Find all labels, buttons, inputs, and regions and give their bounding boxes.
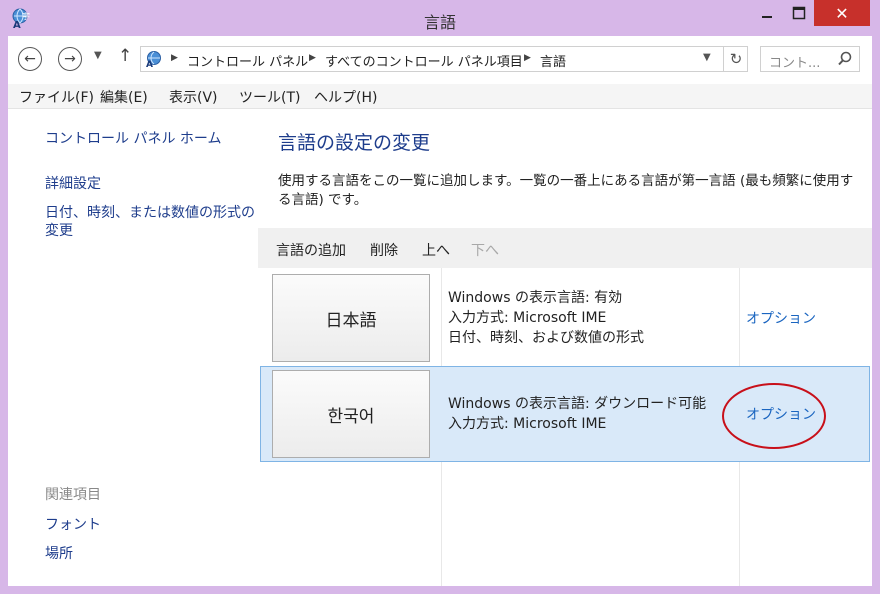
language-toolbar: 言語の追加 削除 上へ 下へ bbox=[258, 228, 872, 268]
sidebar-link-datetime-format[interactable]: 日付、時刻、または数値の形式の bbox=[45, 202, 255, 222]
breadcrumb-control-panel[interactable]: コントロール パネル bbox=[187, 51, 308, 70]
main-content: 言語の設定の変更 使用する言語をこの一覧に追加します。一覧の一番上にある言語が第… bbox=[258, 108, 872, 586]
move-up-button[interactable]: 上へ bbox=[422, 240, 450, 260]
window-client: ← → ▼ ↑ A ▶ コントロール パネル ▶ すべてのコントロール パネル項… bbox=[8, 36, 872, 586]
back-button[interactable]: ← bbox=[18, 47, 42, 71]
recent-pages-dropdown[interactable]: ▼ bbox=[94, 50, 102, 61]
language-details: Windows の表示言語: 有効 入力方式: Microsoft IME 日付… bbox=[448, 288, 644, 348]
language-tile[interactable]: 日本語 bbox=[272, 274, 430, 362]
address-history-chevron-icon[interactable]: ▼ bbox=[703, 52, 711, 63]
language-list: 日本語 Windows の表示言語: 有効 入力方式: Microsoft IM… bbox=[258, 268, 872, 586]
close-icon: ✕ bbox=[835, 3, 849, 23]
highlight-annotation-circle bbox=[722, 383, 826, 449]
arrow-right-icon: → bbox=[64, 51, 76, 67]
sidebar-link-advanced-settings[interactable]: 詳細設定 bbox=[45, 173, 101, 193]
sidebar: コントロール パネル ホーム 詳細設定 日付、時刻、または数値の形式の 変更 関… bbox=[8, 108, 258, 586]
breadcrumb-separator-icon[interactable]: ▶ bbox=[524, 53, 531, 63]
refresh-button[interactable]: ↻ bbox=[723, 47, 748, 71]
options-link[interactable]: オプション bbox=[746, 308, 816, 328]
chevron-down-icon: ▼ bbox=[94, 50, 102, 61]
breadcrumb-all-items[interactable]: すべてのコントロール パネル項目 bbox=[325, 51, 523, 70]
page-description: 使用する言語をこの一覧に追加します。一覧の一番上にある言語が第一言語 (最も頻繁… bbox=[278, 173, 854, 208]
display-language-status: Windows の表示言語: 有効 bbox=[448, 290, 623, 306]
search-placeholder: コント... bbox=[769, 56, 821, 71]
control-panel-icon: A bbox=[146, 51, 161, 68]
related-heading: 関連項目 bbox=[45, 487, 101, 503]
menu-tools[interactable]: ツール(T) bbox=[239, 87, 300, 107]
sidebar-link-location[interactable]: 場所 bbox=[45, 543, 73, 563]
sidebar-link-fonts[interactable]: フォント bbox=[45, 514, 101, 534]
menu-file[interactable]: ファイル(F) bbox=[19, 87, 94, 107]
language-details: Windows の表示言語: ダウンロード可能 入力方式: Microsoft … bbox=[448, 394, 706, 434]
maximize-button[interactable] bbox=[784, 0, 814, 26]
arrow-up-icon: ↑ bbox=[118, 46, 133, 66]
up-button[interactable]: ↑ bbox=[118, 46, 132, 66]
menu-help[interactable]: ヘルプ(H) bbox=[314, 87, 377, 107]
language-row-japanese[interactable]: 日本語 Windows の表示言語: 有効 入力方式: Microsoft IM… bbox=[260, 270, 870, 366]
sidebar-link-datetime-format-cont[interactable]: 変更 bbox=[45, 220, 73, 240]
menu-view[interactable]: 表示(V) bbox=[169, 87, 218, 107]
breadcrumb-separator-icon[interactable]: ▶ bbox=[309, 53, 316, 63]
input-method: 入力方式: Microsoft IME bbox=[448, 310, 607, 326]
add-language-button[interactable]: 言語の追加 bbox=[276, 240, 346, 260]
window: A 字 言語 ✕ ← → ▼ ↑ A ▶ コントロール パネル ▶ すべてのコン… bbox=[0, 0, 880, 594]
minimize-button[interactable] bbox=[750, 0, 784, 26]
breadcrumb-separator-icon[interactable]: ▶ bbox=[171, 53, 178, 63]
window-title: 言語 bbox=[423, 13, 456, 32]
language-tile[interactable]: 한국어 bbox=[272, 370, 430, 458]
menu-bar: ファイル(F) 編集(E) 表示(V) ツール(T) ヘルプ(H) bbox=[8, 84, 872, 109]
address-bar[interactable]: A ▶ コントロール パネル ▶ すべてのコントロール パネル項目 ▶ 言語 ▼… bbox=[140, 46, 748, 72]
arrow-left-icon: ← bbox=[24, 51, 36, 67]
display-language-status: Windows の表示言語: ダウンロード可能 bbox=[448, 396, 707, 412]
svg-text:A: A bbox=[146, 60, 153, 68]
menu-edit[interactable]: 編集(E) bbox=[100, 87, 148, 107]
language-row-korean[interactable]: 한국어 Windows の表示言語: ダウンロード可能 入力方式: Micros… bbox=[260, 366, 870, 462]
minimize-icon bbox=[762, 16, 772, 18]
page-title: 言語の設定の変更 bbox=[278, 132, 431, 154]
close-button[interactable]: ✕ bbox=[814, 0, 870, 26]
breadcrumb-language[interactable]: 言語 bbox=[540, 51, 566, 70]
refresh-icon: ↻ bbox=[729, 50, 743, 68]
format-info: 日付、時刻、および数値の形式 bbox=[448, 330, 644, 346]
title-bar: A 字 言語 ✕ bbox=[0, 0, 880, 36]
search-input[interactable]: コント... bbox=[760, 46, 860, 72]
input-method: 入力方式: Microsoft IME bbox=[448, 416, 607, 432]
maximize-icon bbox=[792, 6, 806, 20]
search-icon[interactable] bbox=[837, 51, 853, 67]
forward-button[interactable]: → bbox=[58, 47, 82, 71]
move-down-button[interactable]: 下へ bbox=[471, 240, 499, 260]
navigation-bar: ← → ▼ ↑ A ▶ コントロール パネル ▶ すべてのコントロール パネル項… bbox=[8, 36, 872, 80]
sidebar-link-control-panel-home[interactable]: コントロール パネル ホーム bbox=[45, 128, 221, 148]
remove-button[interactable]: 削除 bbox=[370, 240, 398, 260]
